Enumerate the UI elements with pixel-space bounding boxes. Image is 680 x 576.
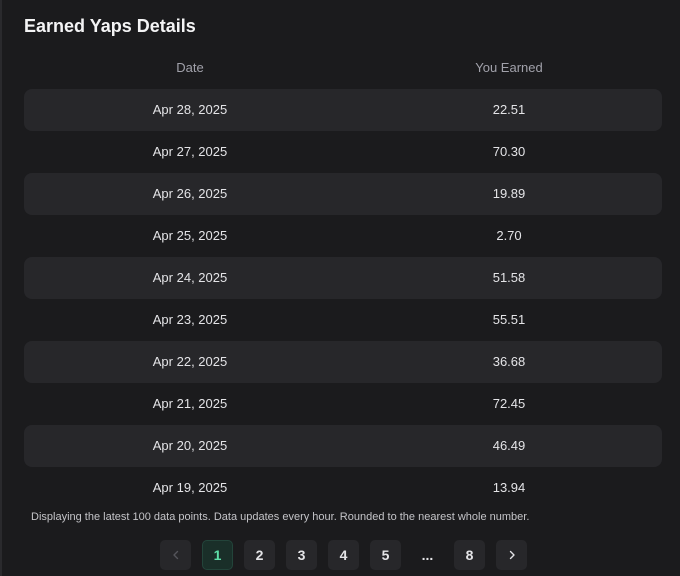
row-date: Apr 22, 2025 xyxy=(152,354,228,369)
row-earned: 13.94 xyxy=(492,480,526,495)
panel-edge-divider xyxy=(0,0,2,576)
row-date: Apr 20, 2025 xyxy=(152,438,228,453)
page-button-2[interactable]: 2 xyxy=(244,540,275,570)
row-date: Apr 28, 2025 xyxy=(152,102,228,117)
row-earned: 36.68 xyxy=(492,354,526,369)
row-earned: 46.49 xyxy=(492,438,526,453)
table-row: Apr 24, 2025 51.58 xyxy=(24,257,662,299)
data-footnote: Displaying the latest 100 data points. D… xyxy=(31,511,530,523)
table-row: Apr 20, 2025 46.49 xyxy=(24,425,662,467)
page-button-3[interactable]: 3 xyxy=(286,540,317,570)
table-row: Apr 23, 2025 55.51 xyxy=(24,299,662,341)
page-button-5[interactable]: 5 xyxy=(370,540,401,570)
row-date: Apr 25, 2025 xyxy=(152,228,228,243)
date-column-header: Date xyxy=(176,60,204,75)
row-earned: 2.70 xyxy=(496,228,522,243)
table-body: Apr 28, 2025 22.51 Apr 27, 2025 70.30 Ap… xyxy=(24,89,662,509)
row-earned: 70.30 xyxy=(492,144,526,159)
page-button-8[interactable]: 8 xyxy=(454,540,485,570)
row-earned: 19.89 xyxy=(492,186,526,201)
table-row: Apr 26, 2025 19.89 xyxy=(24,173,662,215)
row-earned: 72.45 xyxy=(492,396,526,411)
row-date: Apr 23, 2025 xyxy=(152,312,228,327)
prev-page-button[interactable] xyxy=(160,540,191,570)
next-page-button[interactable] xyxy=(496,540,527,570)
table-row: Apr 25, 2025 2.70 xyxy=(24,215,662,257)
page-button-1[interactable]: 1 xyxy=(202,540,233,570)
row-earned: 22.51 xyxy=(492,102,526,117)
chevron-right-icon xyxy=(509,550,515,560)
table-row: Apr 28, 2025 22.51 xyxy=(24,89,662,131)
table-row: Apr 22, 2025 36.68 xyxy=(24,341,662,383)
row-date: Apr 27, 2025 xyxy=(152,144,228,159)
row-date: Apr 19, 2025 xyxy=(152,480,228,495)
table-row: Apr 19, 2025 13.94 xyxy=(24,467,662,509)
table-header: Date You Earned xyxy=(24,58,662,78)
row-date: Apr 21, 2025 xyxy=(152,396,228,411)
row-date: Apr 26, 2025 xyxy=(152,186,228,201)
page-title: Earned Yaps Details xyxy=(24,16,196,36)
earned-column-header: You Earned xyxy=(475,60,543,75)
row-earned: 51.58 xyxy=(492,270,526,285)
page-button-4[interactable]: 4 xyxy=(328,540,359,570)
chevron-left-icon xyxy=(172,550,178,560)
table-row: Apr 27, 2025 70.30 xyxy=(24,131,662,173)
row-date: Apr 24, 2025 xyxy=(152,270,228,285)
row-earned: 55.51 xyxy=(492,312,526,327)
earned-yaps-panel: Earned Yaps Details Date You Earned Apr … xyxy=(0,0,680,576)
table-row: Apr 21, 2025 72.45 xyxy=(24,383,662,425)
pagination-ellipsis: ... xyxy=(421,547,434,563)
